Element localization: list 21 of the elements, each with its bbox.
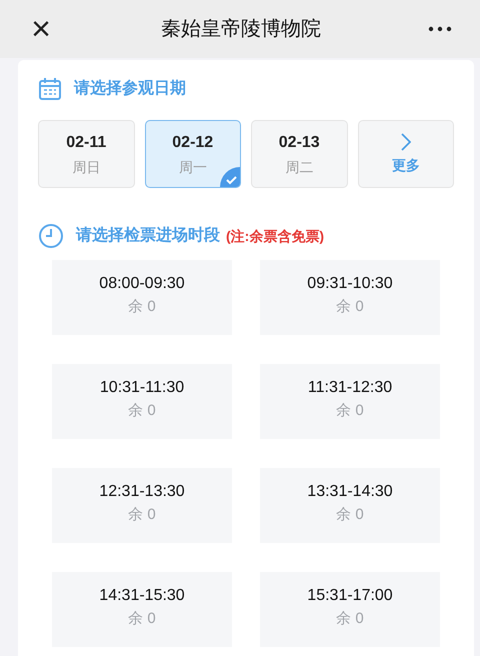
time-slot[interactable]: 14:31-15:30 余 0 — [52, 572, 232, 647]
page-title: 秦始皇帝陵博物院 — [160, 17, 322, 42]
time-slot[interactable]: 15:31-17:00 余 0 — [260, 572, 440, 647]
time-slot[interactable]: 11:31-12:30 余 0 — [260, 364, 440, 439]
date-option[interactable]: 02-12 周一 — [144, 120, 241, 188]
time-slot[interactable]: 08:00-09:30 余 0 — [52, 260, 232, 335]
time-slot[interactable]: 12:31-13:30 余 0 — [52, 468, 232, 543]
date-option[interactable]: 02-11 周日 — [38, 120, 134, 188]
clock-icon — [38, 223, 64, 249]
section-title: 请选择参观日期 — [74, 78, 186, 99]
date-option[interactable]: 02-13 周二 — [251, 120, 348, 188]
more-icon[interactable] — [428, 26, 452, 32]
time-slot[interactable]: 10:31-11:30 余 0 — [52, 364, 232, 439]
close-button[interactable]: × — [28, 12, 54, 46]
chevron-right-icon — [400, 132, 411, 150]
check-icon — [220, 167, 240, 187]
time-slot[interactable]: 09:31-10:30 余 0 — [260, 260, 440, 335]
note-text: (注:余票含免票) — [226, 226, 324, 246]
time-slot[interactable]: 13:31-14:30 余 0 — [260, 468, 440, 543]
calendar-icon — [38, 77, 62, 101]
section-title: 请选择检票进场时段 — [76, 226, 220, 246]
